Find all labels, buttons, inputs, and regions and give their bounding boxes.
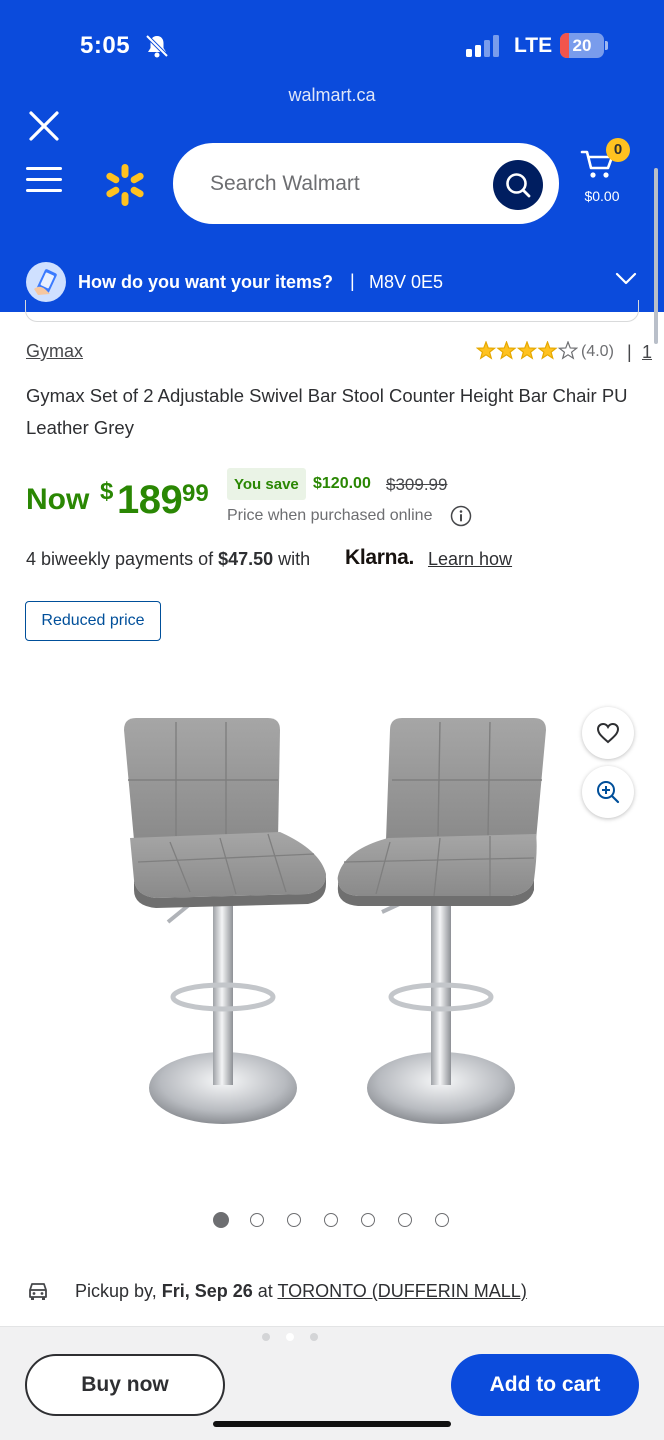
search-button[interactable]: [493, 160, 543, 210]
bar-stool-right: [337, 718, 546, 1124]
bar-dot: [286, 1333, 294, 1341]
cart-count-badge: 0: [606, 138, 630, 162]
star-rating: [476, 341, 578, 360]
bell-slash-icon: [145, 34, 169, 58]
zoom-in-icon: [597, 781, 620, 804]
car-icon: [29, 1283, 47, 1300]
menu-line: [26, 189, 62, 192]
pickup-prefix: Pickup by,: [75, 1281, 162, 1301]
star-filled-icon: [516, 341, 538, 360]
carousel-dot[interactable]: [213, 1212, 229, 1228]
star-filled-icon: [476, 341, 497, 360]
you-save-label: You save: [234, 476, 299, 493]
reduced-price-badge: Reduced price: [25, 601, 161, 641]
price-dollars: 189: [117, 478, 183, 522]
battery-level: 20: [572, 36, 592, 55]
search-icon: [506, 173, 531, 198]
fulfillment-separator: |: [350, 271, 355, 291]
pickup-store-link[interactable]: TORONTO (DUFFERIN MALL): [277, 1281, 526, 1301]
product-image[interactable]: [90, 700, 570, 1160]
klarna-prefix: 4 biweekly payments of: [26, 549, 219, 569]
bar-dot: [262, 1333, 270, 1341]
save-amount: $120.00: [313, 475, 371, 492]
heart-icon: [596, 722, 620, 744]
home-indicator[interactable]: [213, 1421, 451, 1427]
pickup-text: Pickup by, Fri, Sep 26 at TORONTO (DUFFE…: [75, 1281, 527, 1302]
bottom-action-bar: Buy now Add to cart: [0, 1326, 664, 1440]
search-placeholder: Search Walmart: [210, 172, 360, 195]
price-currency: $: [100, 478, 114, 505]
chevron-down-icon[interactable]: [615, 272, 637, 286]
add-to-favorites-button[interactable]: [582, 707, 634, 759]
bar-dot: [310, 1333, 318, 1341]
price-now-label: Now: [26, 483, 90, 516]
klarna-logo: Klarna.: [345, 546, 415, 569]
review-count-link[interactable]: 1: [642, 342, 652, 363]
hamburger-menu-icon[interactable]: [26, 167, 62, 197]
price-cents: 99: [182, 480, 209, 507]
status-time: 5:05: [80, 32, 131, 59]
previous-card-edge: [25, 300, 639, 322]
menu-line: [26, 178, 62, 181]
bar-page-dots: [262, 1333, 322, 1343]
search-input[interactable]: Search Walmart: [173, 143, 559, 224]
walmart-spark-icon[interactable]: [102, 162, 148, 208]
battery-icon: 20: [560, 33, 608, 59]
product-title: Gymax Set of 2 Adjustable Swivel Bar Sto…: [26, 385, 628, 438]
price-note: Price when purchased online: [227, 507, 433, 524]
signal-icon: [466, 35, 499, 57]
klarna-suffix: with: [273, 549, 311, 569]
cart-total: $0.00: [584, 188, 620, 204]
fulfillment-question: How do you want your items?: [78, 272, 334, 292]
info-icon[interactable]: [450, 505, 472, 527]
url-bar[interactable]: walmart.ca: [0, 85, 664, 106]
rating-separator: |: [627, 342, 632, 362]
rating-value: (4.0): [581, 343, 614, 360]
image-carousel-dots: [213, 1212, 463, 1229]
postal-code: M8V 0E5: [369, 272, 444, 292]
klarna-learn-how-link[interactable]: Learn how: [428, 549, 512, 570]
close-icon[interactable]: [26, 108, 62, 144]
pickup-middle: at: [252, 1281, 278, 1301]
was-price: $309.99: [386, 475, 448, 494]
klarna-amount: $47.50: [218, 549, 274, 569]
carousel-dot[interactable]: [398, 1213, 412, 1227]
carousel-dot[interactable]: [287, 1213, 301, 1227]
status-bar: 5:05 LTE 20: [0, 0, 664, 90]
pickup-info: Pickup by, Fri, Sep 26 at TORONTO (DUFFE…: [0, 1275, 664, 1315]
delivery-phone-icon: [26, 262, 66, 302]
add-to-cart-button[interactable]: Add to cart: [451, 1354, 639, 1416]
star-filled-icon: [537, 341, 558, 360]
pickup-date: Fri, Sep 26: [161, 1281, 253, 1301]
brand-link[interactable]: Gymax: [26, 341, 83, 362]
cart-button[interactable]: 0 $0.00: [576, 138, 636, 208]
carousel-dot[interactable]: [361, 1213, 375, 1227]
scrollbar[interactable]: [654, 168, 658, 344]
battery-tip: [605, 41, 608, 50]
star-filled-icon: [496, 341, 517, 360]
carousel-dot[interactable]: [324, 1213, 338, 1227]
zoom-image-button[interactable]: [582, 766, 634, 818]
bar-stool-left: [124, 718, 326, 1124]
network-label: LTE: [514, 34, 553, 57]
carousel-dot[interactable]: [250, 1213, 264, 1227]
klarna-installments: 4 biweekly payments of $47.50 with: [26, 549, 310, 570]
carousel-dot[interactable]: [435, 1213, 449, 1227]
menu-line: [26, 167, 62, 170]
buy-now-button[interactable]: Buy now: [25, 1354, 225, 1416]
star-empty-icon: [557, 341, 578, 360]
header: 5:05 LTE 20 walmart.ca Search Walmart 0 …: [0, 0, 664, 312]
